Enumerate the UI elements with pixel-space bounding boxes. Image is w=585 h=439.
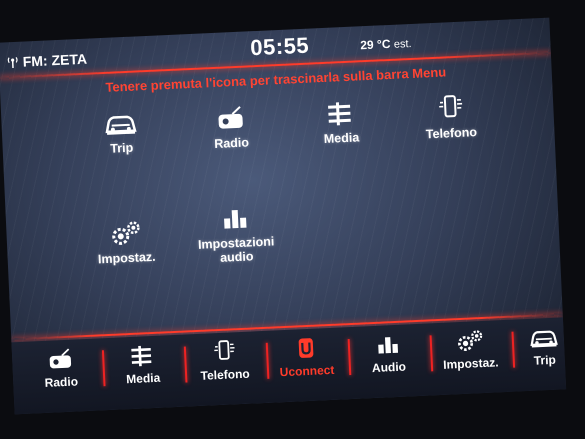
radio-icon (49, 348, 72, 369)
car-icon (105, 115, 137, 135)
audio-bars-icon (378, 337, 399, 354)
tab-label: Trip (533, 352, 557, 368)
app-trip[interactable]: Trip (75, 107, 167, 157)
gears-icon (458, 330, 483, 351)
tab-telefono[interactable]: Telefono (190, 337, 260, 383)
tab-label: Audio (371, 359, 407, 376)
tab-label: Uconnect (279, 362, 335, 380)
radio-source-label: FM: ZETA (22, 50, 88, 70)
app-label: Radio (213, 135, 250, 151)
audio-bars-icon (224, 210, 247, 229)
uconnect-icon (298, 338, 314, 358)
app-label: Trip (109, 140, 134, 156)
app-label: Telefono (425, 125, 478, 142)
app-impostaz[interactable]: Impostaz. (80, 217, 172, 267)
menu-bar: Radio Media Telefono Uconnect Audio Impo… (11, 317, 567, 415)
app-telefono[interactable]: Telefono (405, 92, 497, 142)
clock: 05:55 (249, 32, 310, 61)
outside-temperature: 29 °C est. (360, 36, 412, 52)
tab-label: Telefono (200, 366, 250, 383)
gears-icon (112, 221, 140, 245)
tab-separator (429, 335, 434, 372)
media-icon (131, 345, 152, 367)
tab-radio[interactable]: Radio (26, 345, 96, 391)
car-icon (530, 330, 558, 348)
app-radio[interactable]: Radio (185, 102, 277, 152)
tab-label: Radio (44, 374, 79, 390)
phone-icon (214, 340, 235, 360)
tab-media[interactable]: Media (108, 341, 178, 387)
tab-trip[interactable]: Trip (509, 323, 566, 369)
temperature-note: est. (393, 37, 412, 51)
head-unit-screen: FM: ZETA 05:55 29 °C est. Tenere premuta… (0, 17, 567, 415)
app-media[interactable]: Media (295, 97, 387, 147)
temperature-value: 29 °C (360, 36, 391, 53)
media-icon (328, 102, 351, 126)
radio-icon (218, 106, 243, 129)
app-impostazioni-audio[interactable]: Impostazioni audio (189, 202, 282, 266)
tab-label: Impostaz. (442, 355, 499, 372)
tab-separator (101, 350, 106, 387)
tab-uconnect[interactable]: Uconnect (271, 334, 341, 380)
radio-source[interactable]: FM: ZETA (6, 51, 87, 71)
tab-separator (347, 339, 352, 376)
tab-label: Media (125, 370, 161, 387)
phone-icon (439, 95, 463, 118)
app-label: Impostaz. (97, 249, 156, 267)
app-label: Media (323, 130, 360, 147)
tab-audio[interactable]: Audio (353, 330, 423, 376)
app-label: Impostazioni audio (197, 234, 275, 265)
tab-separator (183, 346, 188, 383)
tab-impostaz[interactable]: Impostaz. (435, 326, 505, 372)
tab-separator (265, 342, 270, 379)
antenna-icon (7, 57, 18, 69)
